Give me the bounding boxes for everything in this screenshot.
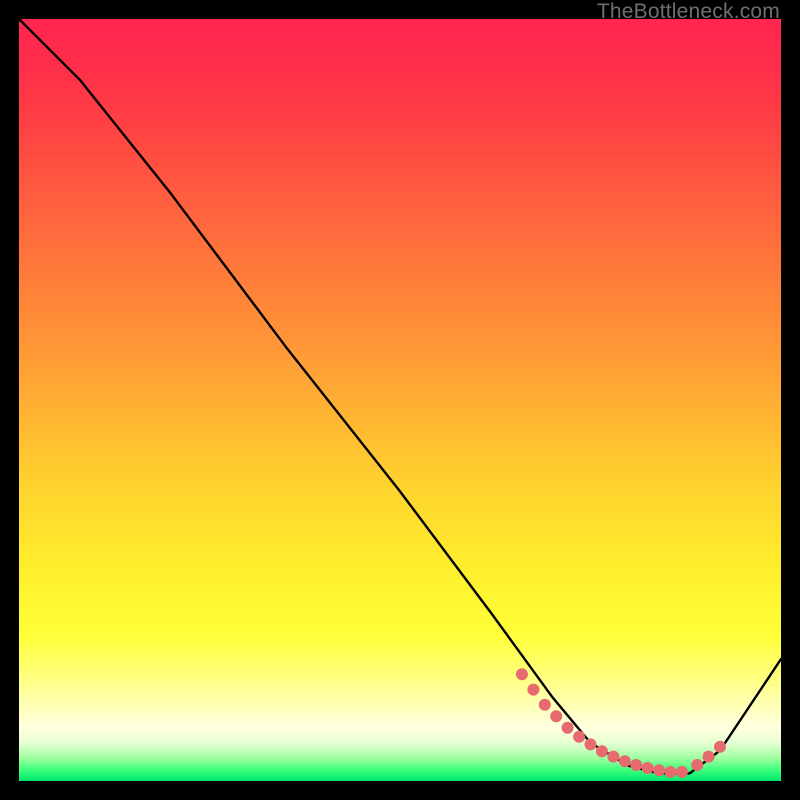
outer-frame: TheBottleneck.com bbox=[0, 0, 800, 800]
highlight-dot bbox=[665, 766, 677, 778]
highlight-dot bbox=[607, 751, 619, 763]
highlight-dot bbox=[630, 759, 642, 771]
highlight-dot bbox=[550, 710, 562, 722]
highlight-dots-group bbox=[516, 668, 726, 778]
highlight-dot bbox=[714, 741, 726, 753]
highlight-dot bbox=[596, 745, 608, 757]
highlight-dot bbox=[585, 738, 597, 750]
chart-plot-area bbox=[19, 19, 781, 781]
highlight-dot bbox=[539, 699, 551, 711]
highlight-dot bbox=[642, 762, 654, 774]
highlight-dot bbox=[516, 668, 528, 680]
highlight-dot bbox=[562, 722, 574, 734]
curve-line-group bbox=[19, 19, 781, 773]
watermark-text: TheBottleneck.com bbox=[597, 0, 780, 24]
highlight-dot bbox=[619, 755, 631, 767]
highlight-dot bbox=[676, 766, 688, 778]
highlight-dot bbox=[703, 751, 715, 763]
highlight-dot bbox=[573, 731, 585, 743]
highlight-dot bbox=[691, 759, 703, 771]
curve-line bbox=[19, 19, 781, 773]
chart-svg bbox=[19, 19, 781, 781]
highlight-dot bbox=[527, 684, 539, 696]
highlight-dot bbox=[653, 764, 665, 776]
